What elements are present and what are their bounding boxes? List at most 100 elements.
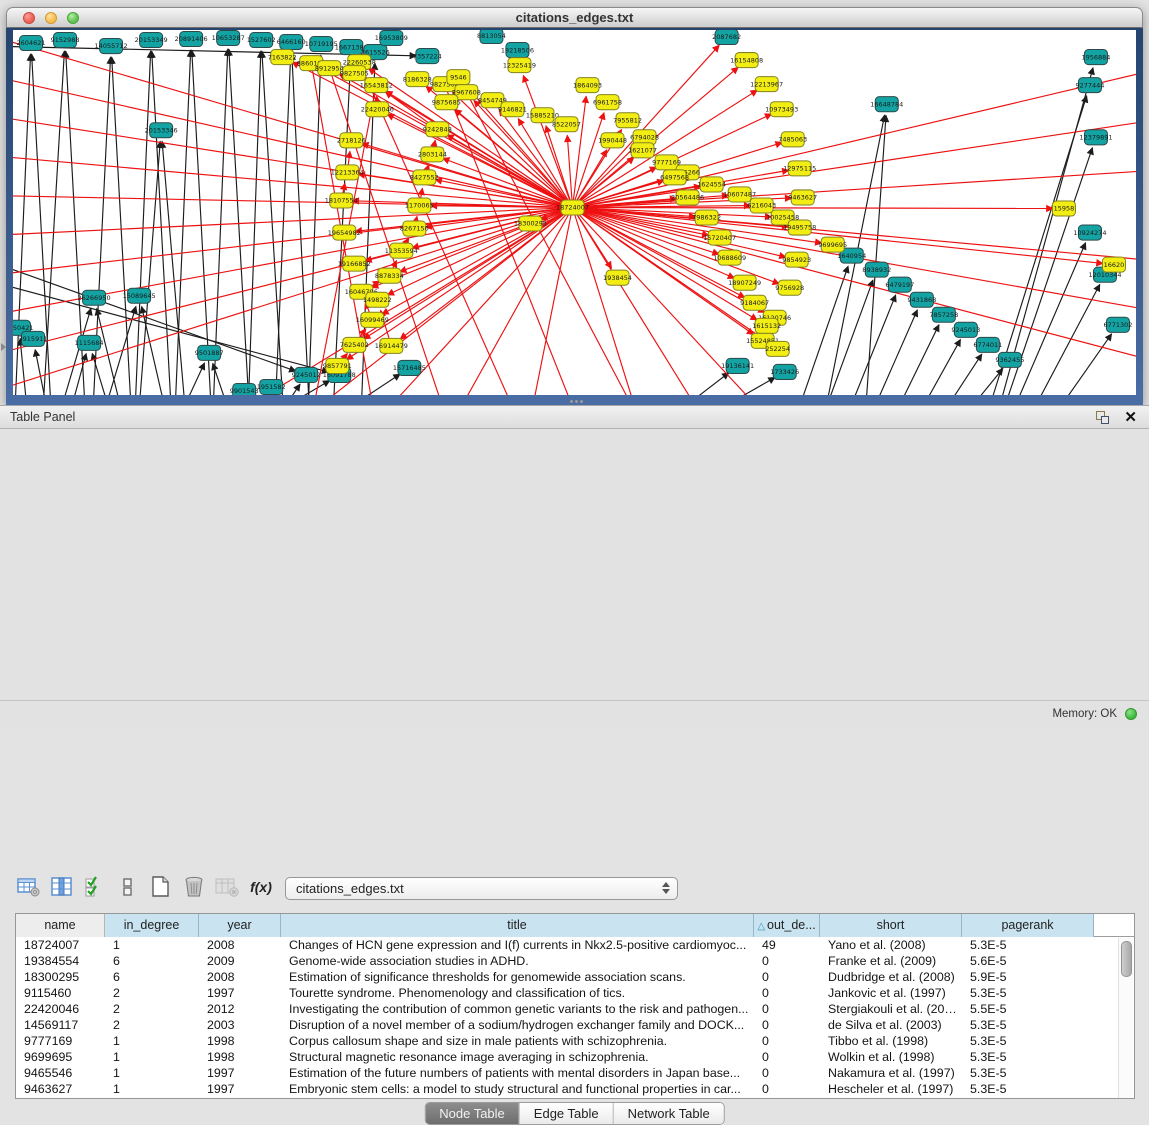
graph-node[interactable]: 9699695 bbox=[818, 237, 847, 252]
graph-node[interactable]: 15958 bbox=[1052, 201, 1075, 216]
graph-node[interactable]: 8186328 bbox=[403, 72, 432, 87]
table-row[interactable]: 911546021997Tourette syndrome. Phenomeno… bbox=[16, 985, 1134, 1001]
table-row[interactable]: 2242004622012Investigating the contribut… bbox=[16, 1001, 1134, 1017]
graph-node[interactable]: 8938932 bbox=[862, 262, 891, 277]
graph-node[interactable]: 16154808 bbox=[730, 53, 763, 68]
row-select-icon[interactable] bbox=[80, 873, 110, 901]
graph-node[interactable]: 12213967 bbox=[750, 77, 783, 92]
graph-node[interactable]: 9857791 bbox=[323, 358, 352, 373]
red-edge[interactable] bbox=[13, 195, 572, 207]
graph-node[interactable]: 12379891 bbox=[1079, 130, 1112, 145]
graph-node[interactable]: 9827505 bbox=[340, 66, 369, 81]
black-edge[interactable] bbox=[112, 57, 131, 395]
column-header-in_degree[interactable]: in_degree bbox=[105, 914, 199, 937]
graph-node[interactable]: 16953809 bbox=[375, 31, 408, 46]
graph-node[interactable]: 7986322 bbox=[692, 210, 721, 225]
black-edge[interactable] bbox=[682, 373, 729, 395]
network-canvas[interactable]: 2604621915298814055712201533492089140610… bbox=[13, 30, 1136, 395]
graph-node[interactable]: 9362455 bbox=[995, 352, 1024, 367]
graph-node[interactable]: 9463627 bbox=[788, 190, 817, 205]
red-edge[interactable] bbox=[572, 96, 586, 207]
table-selector-dropdown[interactable]: citations_edges.txt bbox=[285, 877, 678, 900]
graph-node[interactable]: 9245012 bbox=[292, 367, 321, 382]
black-edge[interactable] bbox=[946, 354, 982, 395]
graph-node[interactable]: 9152988 bbox=[51, 33, 80, 48]
black-edge[interactable] bbox=[283, 384, 300, 395]
black-edge[interactable] bbox=[275, 53, 291, 395]
graph-node[interactable]: 1115684 bbox=[75, 335, 104, 350]
black-edge[interactable] bbox=[799, 266, 848, 395]
network-window-titlebar[interactable]: citations_edges.txt bbox=[6, 7, 1143, 28]
sidebar-collapse-icon[interactable] bbox=[1, 343, 6, 351]
graph-node[interactable]: 7485063 bbox=[778, 132, 807, 147]
tab-edge-table[interactable]: Edge Table bbox=[519, 1103, 613, 1124]
graph-node[interactable]: 9501887 bbox=[195, 345, 224, 360]
graph-node[interactable]: 19166852 bbox=[338, 256, 371, 271]
graph-node[interactable]: 20564486 bbox=[671, 190, 704, 205]
graph-node[interactable]: 8522057 bbox=[552, 117, 581, 132]
black-edge[interactable] bbox=[229, 49, 249, 395]
float-panel-icon[interactable] bbox=[1096, 411, 1109, 424]
graph-node[interactable]: 1615132 bbox=[752, 318, 781, 333]
new-table-icon[interactable] bbox=[146, 873, 176, 901]
graph-node[interactable]: 10973493 bbox=[765, 102, 798, 117]
graph-node[interactable]: 18300295 bbox=[514, 216, 547, 231]
table-row[interactable]: 1456911722003Disruption of a novel membe… bbox=[16, 1017, 1134, 1033]
graph-node[interactable]: 6771302 bbox=[1104, 317, 1133, 332]
graph-node[interactable]: 10719195 bbox=[305, 37, 338, 52]
graph-node[interactable]: 6961758 bbox=[593, 95, 622, 110]
black-edge[interactable] bbox=[192, 50, 211, 395]
red-edge[interactable] bbox=[13, 207, 572, 275]
black-edge[interactable] bbox=[139, 141, 160, 395]
column-header-name[interactable]: name bbox=[16, 914, 105, 937]
graph-node[interactable]: 8878334 bbox=[375, 268, 404, 283]
graph-node[interactable]: 12325419 bbox=[503, 58, 536, 73]
table-row[interactable]: 946362711997Embryonic stem cells: a mode… bbox=[16, 1081, 1134, 1097]
black-edge[interactable] bbox=[152, 51, 171, 395]
graph-node[interactable]: 8427552 bbox=[410, 170, 439, 185]
column-header-pagerank[interactable]: pagerank bbox=[962, 914, 1094, 937]
column-header-title[interactable]: title bbox=[281, 914, 754, 937]
table-settings-icon[interactable] bbox=[14, 873, 44, 901]
column-header-out_degree[interactable]: △out_de... bbox=[754, 914, 820, 937]
graph-node[interactable]: 26266950 bbox=[78, 290, 111, 305]
graph-node[interactable]: 9245013 bbox=[951, 322, 980, 337]
graph-node[interactable]: 1864093 bbox=[573, 78, 602, 93]
graph-node[interactable]: 252254 bbox=[765, 341, 790, 356]
graph-node[interactable]: 16648784 bbox=[870, 97, 903, 112]
table-row[interactable]: 969969511998Structural magnetic resonanc… bbox=[16, 1049, 1134, 1065]
black-edge[interactable] bbox=[262, 51, 283, 395]
graph-node[interactable]: 7625402 bbox=[340, 337, 369, 352]
graph-node[interactable]: 9901543 bbox=[230, 383, 259, 395]
black-edge[interactable] bbox=[183, 363, 204, 395]
graph-node[interactable]: 7955812 bbox=[613, 113, 642, 128]
graph-node[interactable]: 19136141 bbox=[721, 358, 754, 373]
graph-node[interactable]: 11353594 bbox=[385, 243, 418, 258]
black-edge[interactable] bbox=[720, 377, 775, 395]
graph-node[interactable]: 10924274 bbox=[1073, 225, 1106, 240]
graph-node[interactable]: 9756928 bbox=[775, 280, 804, 295]
graph-node[interactable]: 9854923 bbox=[782, 252, 811, 267]
memory-status-icon[interactable] bbox=[1125, 708, 1137, 720]
tab-node-table[interactable]: Node Table bbox=[425, 1103, 519, 1124]
red-edge[interactable] bbox=[572, 207, 1136, 360]
graph-node[interactable]: 1498222 bbox=[363, 292, 392, 307]
graph-node[interactable]: 1956884 bbox=[1082, 50, 1111, 65]
table-scrollbar[interactable] bbox=[1118, 938, 1133, 1098]
graph-node[interactable]: 10653287 bbox=[212, 31, 245, 46]
graph-node[interactable]: 1990448 bbox=[598, 133, 627, 148]
graph-node[interactable]: 16543812 bbox=[360, 78, 393, 93]
graph-node[interactable]: 9875685 bbox=[432, 95, 461, 110]
graph-node[interactable]: 9546 bbox=[447, 70, 470, 85]
graph-node[interactable]: 2718126 bbox=[337, 133, 366, 148]
graph-node[interactable]: 7357224 bbox=[413, 49, 442, 64]
graph-node[interactable]: 1951582 bbox=[257, 379, 286, 394]
graph-node[interactable]: 6774011 bbox=[973, 337, 1002, 352]
graph-node[interactable]: 15716485 bbox=[393, 360, 426, 375]
table-row[interactable]: 946554611997Estimation of the future num… bbox=[16, 1065, 1134, 1081]
table-scrollbar-thumb[interactable] bbox=[1121, 941, 1132, 977]
close-panel-icon[interactable]: ✕ bbox=[1124, 408, 1137, 426]
graph-node[interactable]: 20153346 bbox=[145, 123, 178, 138]
graph-node[interactable]: 14055712 bbox=[95, 39, 128, 54]
graph-node[interactable]: 10688609 bbox=[713, 250, 746, 265]
